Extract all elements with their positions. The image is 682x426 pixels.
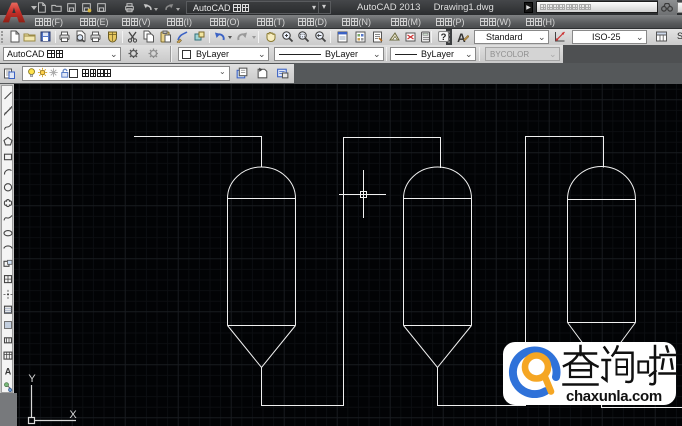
- svg-text:Y: Y: [28, 373, 36, 385]
- svg-text:X: X: [69, 409, 77, 421]
- svg-text:?: ?: [441, 32, 447, 43]
- svg-text:A: A: [457, 31, 466, 44]
- svg-text:chaxunla.com: chaxunla.com: [566, 388, 662, 405]
- svg-text:A: A: [5, 366, 12, 376]
